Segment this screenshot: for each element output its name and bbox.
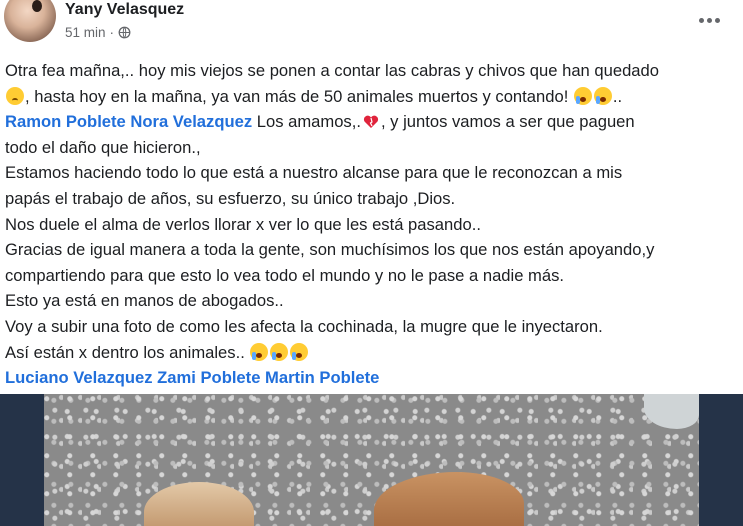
crying-face-emoji-icon xyxy=(250,342,269,361)
post-line: Otra fea mañna,.. hoy mis viejos se pone… xyxy=(5,58,741,84)
post-line: Luciano Velazquez Zami Poblete Martin Po… xyxy=(5,365,741,391)
sad-face-emoji-icon xyxy=(6,86,24,105)
post-line: , hasta hoy en la mañna, ya van más de 5… xyxy=(5,84,741,110)
post-text-segment: , y juntos vamos a ser que paguen xyxy=(380,112,635,132)
author-name[interactable]: Yany Velasquez xyxy=(65,1,184,19)
post-text-segment: Otra fea mañna,.. hoy mis viejos se pone… xyxy=(5,61,659,80)
post-text-segment: Nos duele el alma de verlos llorar x ver… xyxy=(5,214,481,234)
post-line: papás el trabajo de años, su esfuerzo, s… xyxy=(5,186,741,212)
post-text-segment: , hasta hoy en la mañna, ya van más de 5… xyxy=(25,86,573,106)
more-options-icon[interactable] xyxy=(699,14,725,26)
heart-emoji-icon xyxy=(363,115,379,129)
animal-body xyxy=(144,482,254,526)
post-photo[interactable] xyxy=(44,394,699,526)
post-text-segment: .. xyxy=(612,86,623,106)
author-avatar[interactable] xyxy=(4,0,56,42)
crying-face-emoji-icon xyxy=(593,86,612,105)
crying-face-emoji-icon xyxy=(290,342,309,361)
post-line: Así están x dentro los animales.. xyxy=(5,340,741,366)
crying-face-emoji-icon xyxy=(270,342,289,361)
post-text-segment: Así están x dentro los animales.. xyxy=(5,342,250,362)
post-text-segment: Voy a subir una foto de como les afecta … xyxy=(5,316,603,336)
post-line: todo el daño que hicieron., xyxy=(5,135,741,161)
post-text-segment: compartiendo para que esto lo vea todo e… xyxy=(5,265,565,285)
mention-link[interactable]: Ramon Poblete Nora Velazquez xyxy=(5,112,252,131)
post-line: Voy a subir una foto de como les afecta … xyxy=(5,314,741,340)
post-text-segment: Gracias de igual manera a toda la gente,… xyxy=(5,240,655,260)
post-time[interactable]: 51 min xyxy=(65,25,106,40)
post-line: Esto ya está en manos de abogados.. xyxy=(5,288,741,314)
post-line: Gracias de igual manera a toda la gente,… xyxy=(5,237,741,263)
post-text-segment: papás el trabajo de años, su esfuerzo, s… xyxy=(5,188,456,208)
post-text-segment: Estamos haciendo todo lo que está a nues… xyxy=(5,163,623,183)
post-header: Yany Velasquez 51 min · xyxy=(0,0,743,52)
post-text-segment: Los amamos,. xyxy=(252,112,361,132)
rock xyxy=(644,394,699,429)
post-text: Otra fea mañna,.. hoy mis viejos se pone… xyxy=(5,58,741,391)
post-meta: 51 min · xyxy=(65,25,131,40)
post-line: compartiendo para que esto lo vea todo e… xyxy=(5,263,741,289)
mention-link[interactable]: Luciano Velazquez Zami Poblete Martin Po… xyxy=(5,368,379,387)
post-line: Ramon Poblete Nora Velazquez Los amamos,… xyxy=(5,109,741,135)
crying-face-emoji-icon xyxy=(573,86,592,105)
post-line: Nos duele el alma de verlos llorar x ver… xyxy=(5,212,741,238)
post-line: Estamos haciendo todo lo que está a nues… xyxy=(5,160,741,186)
globe-icon xyxy=(118,26,131,39)
post-text-segment: Esto ya está en manos de abogados.. xyxy=(5,291,284,311)
animal-body xyxy=(374,472,524,526)
post-text-segment: todo el daño que hicieron., xyxy=(5,137,201,157)
meta-separator: · xyxy=(109,25,115,40)
